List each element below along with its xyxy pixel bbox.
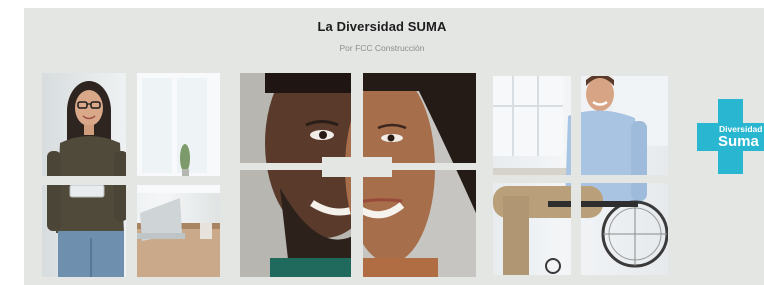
mosaic-gap-horizontal bbox=[493, 175, 668, 183]
page-subtitle: Por FCC Construcción bbox=[339, 43, 425, 53]
office-woman-photo bbox=[42, 73, 220, 277]
wheelchair-man-photo bbox=[493, 76, 668, 275]
mosaic-gap-vertical bbox=[126, 73, 137, 277]
mosaic-gap-horizontal bbox=[42, 176, 220, 185]
page-title: La Diversidad SUMA bbox=[317, 19, 447, 34]
split-faces-photo bbox=[240, 73, 476, 277]
mosaic-gap-center bbox=[322, 157, 392, 177]
logo-line-2: Suma bbox=[718, 133, 759, 150]
